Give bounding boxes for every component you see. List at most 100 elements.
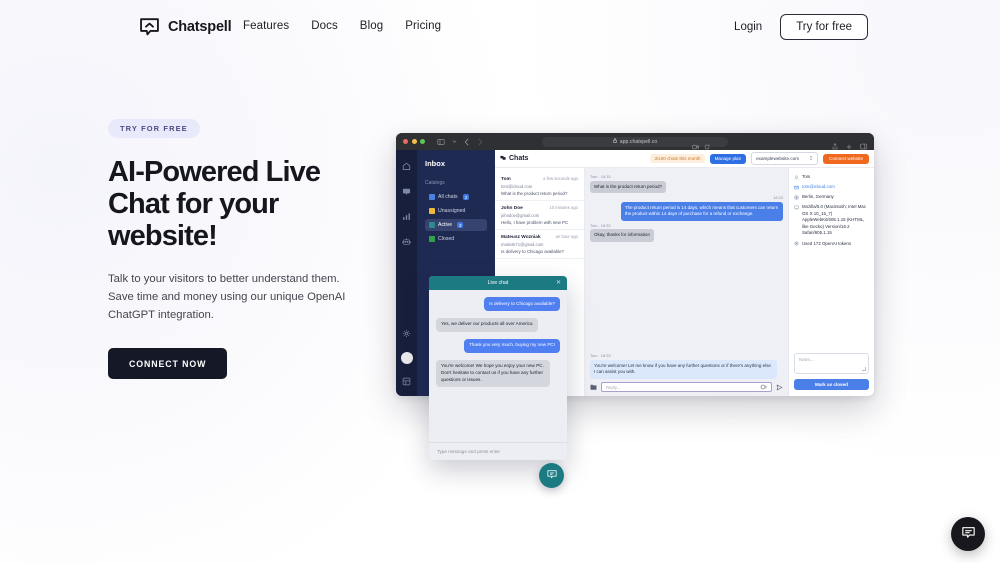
hero-subtitle: Talk to your visitors to better understa… xyxy=(108,272,346,322)
chats-icon xyxy=(500,155,506,163)
conversation-time: an hour ago xyxy=(555,234,578,239)
page-chat-launcher-button[interactable] xyxy=(951,517,985,551)
sidebar-item-label: Active xyxy=(438,222,453,228)
browser-nav-controls xyxy=(437,138,483,146)
widget-header: Live chat ✕ xyxy=(429,276,567,290)
openai-icon xyxy=(794,241,799,247)
widget-title: Live chat xyxy=(487,280,509,286)
connect-now-button[interactable]: CONNECT NOW xyxy=(108,348,228,380)
back-arrow-icon[interactable] xyxy=(464,138,470,146)
app-icon-rail xyxy=(396,150,417,396)
message-bubble: Okay, thanks for information xyxy=(590,229,654,242)
manage-plan-button[interactable]: Manage plan xyxy=(709,153,747,164)
conversation-time: a few seconds ago xyxy=(543,176,578,181)
detail-email-row[interactable]: tom@icloud.com xyxy=(794,184,869,191)
browser-url: app.chatspell.co xyxy=(619,138,658,145)
hero-section: TRY FOR FREE AI-Powered Live Chat for yo… xyxy=(108,118,368,380)
widget-message: You're welcome! We hope you enjoy your n… xyxy=(436,359,551,388)
website-select[interactable]: examplewebsite.com xyxy=(751,152,819,165)
robot-icon[interactable] xyxy=(400,235,413,248)
window-traffic-lights xyxy=(403,139,425,144)
analytics-icon[interactable] xyxy=(400,210,413,223)
conversation-preview: What is the product return period? xyxy=(501,191,568,196)
list-item[interactable]: John Doe 10 minutes ago johndoe@gmail.co… xyxy=(495,201,584,230)
sidebar-item-active[interactable]: Active 3 xyxy=(425,219,487,231)
status-badge: 3 xyxy=(462,194,469,200)
page-title: AI-Powered Live Chat for your website! xyxy=(108,156,321,253)
hero-badge: TRY FOR FREE xyxy=(108,119,200,138)
app-topbar: Chats 3/100 chats this month Manage plan… xyxy=(495,150,874,168)
close-icon[interactable]: ✕ xyxy=(556,280,561,286)
contact-location: Berlin, Germany xyxy=(802,194,834,199)
inbox-title: Inbox xyxy=(425,159,445,168)
sidebar-item-label: Unassigned xyxy=(438,208,466,214)
sidebar-item-all-chats[interactable]: All chats 3 xyxy=(425,191,487,203)
landing-page: Chatspell Features Docs Blog Pricing Log… xyxy=(0,0,1000,563)
chat-bubble-arrow-icon xyxy=(138,15,161,38)
maximize-window-icon[interactable] xyxy=(420,139,425,144)
reply-placeholder: Reply... xyxy=(606,384,621,390)
website-select-value: examplewebsite.com xyxy=(756,156,800,161)
sidebar-toggle-icon[interactable] xyxy=(437,138,445,146)
widget-message: Thank you very much, buying my new PC! xyxy=(463,338,560,353)
nav-item-docs[interactable]: Docs xyxy=(311,20,338,32)
closed-icon xyxy=(429,236,435,242)
message-meta: 18:33 xyxy=(773,195,783,201)
contact-name: Tom xyxy=(802,174,811,179)
detail-name-row: Tom xyxy=(794,174,869,181)
list-item[interactable]: Mateusz Wozniak an hour ago matiosk71@gm… xyxy=(495,230,584,259)
conversation-email: tom@icloud.com xyxy=(501,183,533,189)
status-badge: 3 xyxy=(457,222,464,228)
list-item[interactable]: Tom a few seconds ago tom@icloud.com Wha… xyxy=(495,172,584,201)
chats-header: Chats xyxy=(500,155,528,163)
primary-nav: Features Docs Blog Pricing xyxy=(243,20,441,32)
contact-user-agent: Mozilla/5.0 (Macintosh; Intel Mac OS X 1… xyxy=(802,204,866,236)
message-meta: Tom - 18:33 xyxy=(590,222,611,228)
unassigned-icon xyxy=(429,208,435,214)
minimize-window-icon[interactable] xyxy=(411,139,417,144)
avatar[interactable] xyxy=(400,352,413,364)
user-icon xyxy=(794,174,799,181)
notes-textarea[interactable]: Notes... xyxy=(794,353,869,374)
message-meta: Tom - 18:33 xyxy=(590,174,611,179)
chat-icon[interactable] xyxy=(400,185,413,198)
brand-logo-link[interactable]: Chatspell xyxy=(138,15,232,38)
apps-grid-icon[interactable] xyxy=(400,375,413,388)
conversation-preview: Is delivery to Chicago available? xyxy=(501,249,564,254)
browser-titlebar: app.chatspell.co xyxy=(396,133,874,150)
try-for-free-button[interactable]: Try for free xyxy=(780,14,868,40)
sidebar-item-unassigned[interactable]: Unassigned xyxy=(425,205,487,217)
nav-item-features[interactable]: Features xyxy=(243,20,289,32)
openai-tokens: Used 172 OpenAI tokens xyxy=(802,240,852,246)
reply-input[interactable]: Reply... xyxy=(601,382,772,392)
nav-item-blog[interactable]: Blog xyxy=(360,20,383,32)
login-link[interactable]: Login xyxy=(734,21,762,33)
settings-icon[interactable] xyxy=(400,327,413,340)
sidebar-item-label: Closed xyxy=(438,236,455,242)
chevron-down-icon[interactable] xyxy=(452,139,457,144)
conversation-time: 10 minutes ago xyxy=(549,205,578,210)
chevron-down-icon xyxy=(809,155,813,162)
message-thread: Tom - 18:33 What is the product return p… xyxy=(585,168,788,396)
all-chats-icon xyxy=(429,194,435,200)
attachment-icon[interactable] xyxy=(590,384,597,390)
mark-as-closed-button[interactable]: Mark as closed xyxy=(794,379,869,390)
close-window-icon[interactable] xyxy=(403,139,408,144)
widget-input[interactable]: Type message and press enter xyxy=(429,442,567,460)
send-icon[interactable] xyxy=(776,384,783,391)
emoji-icon[interactable] xyxy=(760,384,767,391)
message-bubble: The product return period is 14 days, wh… xyxy=(620,201,783,221)
chat-bubble-icon xyxy=(546,468,558,483)
envelope-icon xyxy=(794,185,799,191)
widget-launcher-button[interactable] xyxy=(539,463,564,488)
quota-badge: 3/100 chats this month xyxy=(650,154,705,163)
connect-website-button[interactable]: Connect website xyxy=(823,153,869,164)
widget-message: Is delivery to Chicago available? xyxy=(484,297,560,311)
conversation-header: Tom a few seconds ago xyxy=(501,176,578,182)
home-icon[interactable] xyxy=(400,160,413,173)
live-chat-widget: Live chat ✕ Is delivery to Chicago avail… xyxy=(429,276,567,460)
nav-item-pricing[interactable]: Pricing xyxy=(405,20,441,32)
message-bubble: What is the product return period? xyxy=(590,180,667,194)
sidebar-item-closed[interactable]: Closed xyxy=(425,233,487,245)
widget-messages: Is delivery to Chicago available? Yes, w… xyxy=(429,290,567,442)
